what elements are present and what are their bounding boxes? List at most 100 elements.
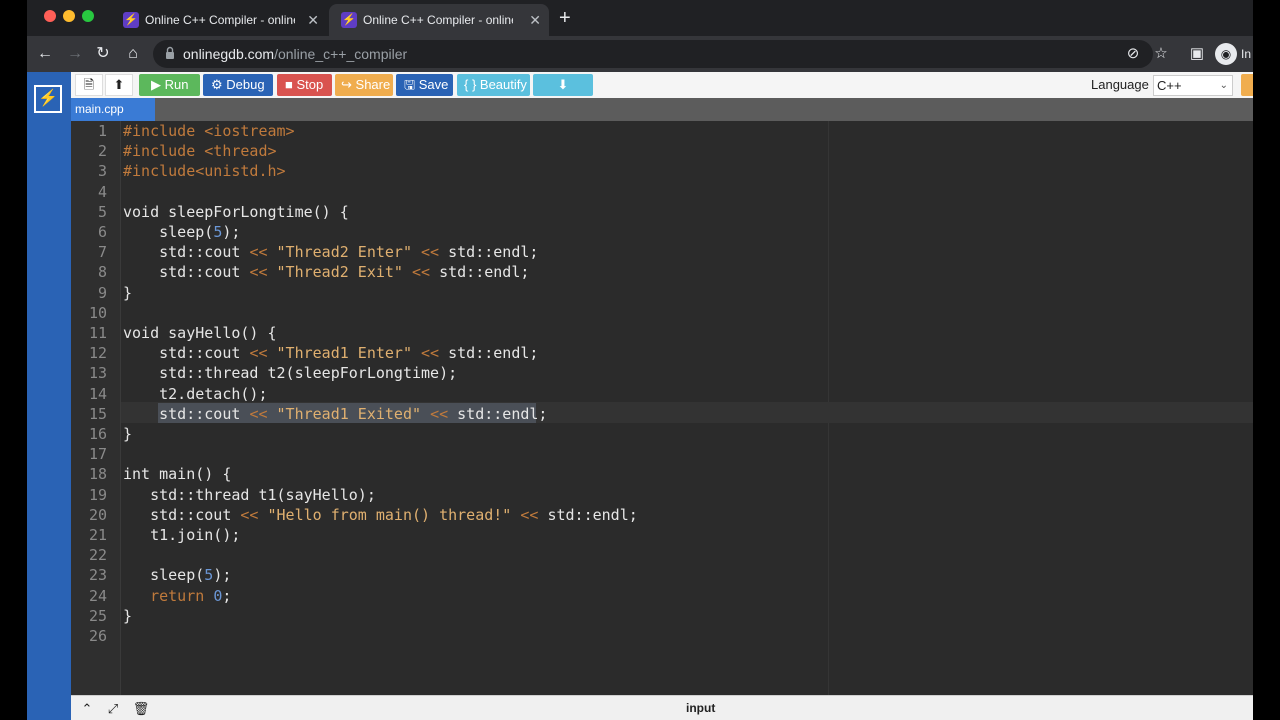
gear-icon: ⚙ [211, 77, 223, 92]
code-line[interactable]: #include <iostream> [123, 121, 295, 141]
share-icon: ↪ [341, 77, 352, 92]
code-line[interactable]: std::cout << "Thread1 Exited" << std::en… [123, 404, 547, 424]
tab-main-cpp[interactable]: main.cpp [71, 98, 155, 121]
browser-tab-2[interactable]: ⚡ Online C++ Compiler - online e ✕ [329, 4, 549, 36]
file-tab-bar: main.cpp [71, 98, 1253, 121]
browser-toolbar: ← → ↻ ⌂ onlinegdb.com/online_c++_compile… [27, 36, 1253, 72]
url-text: onlinegdb.com/online_c++_compiler [183, 40, 407, 68]
code-line[interactable]: #include<unistd.h> [123, 161, 286, 181]
save-label: Save [418, 77, 449, 92]
code-line[interactable]: void sayHello() { [123, 323, 277, 343]
language-label: Language [1091, 77, 1149, 92]
share-label: Share [355, 77, 391, 92]
right-letterbox [1253, 0, 1280, 720]
back-arrow-icon[interactable]: ← [33, 42, 57, 66]
code-line[interactable]: void sleepForLongtime() { [123, 202, 349, 222]
line-number: 12 [88, 344, 107, 363]
line-number: 9 [97, 283, 107, 302]
code-line[interactable]: int main() { [123, 464, 231, 484]
line-number: 24 [88, 586, 107, 605]
forward-arrow-icon[interactable]: → [63, 42, 87, 66]
clear-icon[interactable]: 🗑 [131, 699, 151, 719]
code-line[interactable]: sleep(5); [123, 565, 231, 585]
eye-slash-icon[interactable]: ⊘ [1121, 42, 1145, 66]
home-icon[interactable]: ⌂ [121, 42, 145, 66]
code-line[interactable]: std::cout << "Thread2 Enter" << std::end… [123, 242, 538, 262]
line-number: 14 [88, 384, 107, 403]
input-tab[interactable]: input [686, 696, 715, 720]
new-tab-button[interactable]: + [559, 6, 571, 30]
expand-icon[interactable]: ⤢ [103, 699, 123, 719]
tab-title: Online C++ Compiler - online e [363, 13, 513, 27]
close-tab-icon[interactable]: ✕ [307, 6, 319, 34]
code-editor[interactable]: 1 2 3 4 5 6 7 8 9 10 11 12 13 14 15 16 17 18 19 20 21 22 23 24 2… [71, 121, 1253, 695]
code-line[interactable]: std::cout << "Thread2 Exit" << std::endl… [123, 262, 529, 282]
onlinegdb-logo-icon[interactable]: ⚡ [34, 85, 62, 113]
line-number: 8 [97, 263, 107, 282]
stop-label: Stop [296, 77, 324, 92]
settings-button[interactable] [1241, 74, 1253, 96]
code-line[interactable]: t2.detach(); [123, 384, 267, 404]
side-panel-icon[interactable]: ▣ [1185, 42, 1209, 66]
line-number: 17 [88, 445, 107, 464]
line-number: 3 [97, 162, 107, 181]
close-window-button[interactable] [44, 10, 56, 22]
line-number: 2 [97, 142, 107, 161]
minimize-window-button[interactable] [63, 10, 75, 22]
download-button[interactable]: ⬇ [533, 74, 593, 96]
stop-icon: ■ [285, 77, 293, 92]
address-bar[interactable]: onlinegdb.com/online_c++_compiler [153, 40, 1153, 68]
upload-icon[interactable]: ⬆ [105, 74, 133, 96]
run-button[interactable]: ▶ Run [139, 74, 200, 96]
line-number: 16 [88, 425, 107, 443]
editor-toolbar: 🗎 ⬆ ▶ Run ⚙ Debug ■ Stop ↪ Share 🖫 Save … [71, 72, 1253, 98]
code-line[interactable]: #include <thread> [123, 141, 277, 161]
line-number: 13 [88, 364, 107, 383]
code-line[interactable]: } [123, 283, 132, 303]
tab-title: Online C++ Compiler - online e [145, 13, 295, 27]
beautify-button[interactable]: { } Beautify [457, 74, 530, 96]
debug-button[interactable]: ⚙ Debug [203, 74, 273, 96]
line-number: 10 [88, 303, 107, 322]
line-number-gutter: 1 2 3 4 5 6 7 8 9 10 11 12 13 14 15 16 17 18 19 20 21 22 23 24 2… [71, 121, 121, 695]
zoom-window-button[interactable] [82, 10, 94, 22]
line-number: 21 [88, 526, 107, 544]
new-file-icon[interactable]: 🗎 [75, 74, 103, 96]
line-number: 20 [88, 505, 107, 524]
code-line[interactable]: std::thread t2(sleepForLongtime); [123, 363, 457, 383]
incognito-icon[interactable]: ◉ [1215, 43, 1237, 65]
run-label: Run [164, 77, 189, 92]
code-line[interactable]: std::cout << "Thread1 Enter" << std::end… [123, 343, 538, 363]
stop-button[interactable]: ■ Stop [277, 74, 332, 96]
tab-strip: ⚡ Online C++ Compiler - online e ✕ ⚡ Onl… [27, 0, 1253, 36]
line-number: 25 [88, 606, 107, 625]
download-icon: ⬇ [557, 77, 569, 92]
code-line[interactable]: std::cout << "Hello from main() thread!"… [123, 505, 638, 525]
share-button[interactable]: ↪ Share [335, 74, 393, 96]
save-button[interactable]: 🖫 Save [396, 74, 453, 96]
code-line[interactable]: } [123, 606, 132, 626]
play-icon: ▶ [151, 77, 161, 92]
profile-label[interactable]: In [1239, 42, 1253, 66]
line-number: 6 [97, 223, 107, 241]
bookmark-star-icon[interactable]: ☆ [1149, 42, 1173, 66]
chevron-up-icon[interactable]: ⌃ [77, 699, 97, 719]
line-number: 1 [97, 122, 107, 140]
floppy-disk-icon: 🖫 [404, 77, 416, 92]
code-line[interactable]: return 0; [123, 586, 231, 606]
line-number: 18 [88, 465, 107, 484]
close-tab-icon[interactable]: ✕ [529, 6, 541, 34]
line-number: 5 [97, 202, 107, 221]
reload-icon[interactable]: ↻ [91, 42, 115, 66]
left-sidebar: ⚡ [27, 72, 71, 720]
browser-tab-1[interactable]: ⚡ Online C++ Compiler - online e ✕ [111, 4, 327, 36]
browser-window: ⚡ Online C++ Compiler - online e ✕ ⚡ Onl… [27, 0, 1253, 720]
code-line[interactable]: std::thread t1(sayHello); [123, 485, 376, 505]
code-line[interactable]: t1.join(); [123, 525, 240, 545]
code-line[interactable]: sleep(5); [123, 222, 240, 242]
line-number: 11 [88, 324, 107, 342]
onlinegdb-favicon-icon: ⚡ [123, 12, 139, 28]
code-line[interactable]: } [123, 424, 132, 444]
onlinegdb-favicon-icon: ⚡ [341, 12, 357, 28]
language-select[interactable]: C++ ⌄ [1153, 75, 1233, 96]
